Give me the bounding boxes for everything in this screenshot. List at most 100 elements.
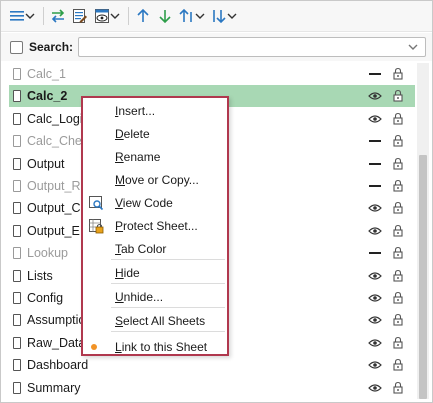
toolbar (1, 1, 432, 32)
chevron-down-icon (227, 13, 237, 19)
sheet-icon (13, 90, 21, 103)
sheet-edit-icon (73, 9, 87, 23)
eye-icon[interactable] (368, 202, 382, 214)
menu-tab-color[interactable]: Tab Color (83, 238, 227, 260)
menu-item-label: Protect Sheet... (115, 219, 198, 233)
dash-icon[interactable] (368, 180, 382, 192)
sheet-icon (13, 135, 21, 148)
chevron-down-icon (195, 13, 205, 19)
menu-item-label: Delete (115, 127, 150, 141)
sheet-icon (13, 381, 21, 394)
arrow-up-icon (137, 8, 149, 22)
sheet-label: Raw_Data (27, 335, 86, 350)
sheet-eye-icon (95, 9, 109, 23)
scrollbar-thumb[interactable] (419, 155, 427, 399)
search-input[interactable] (78, 37, 426, 57)
sheet-label: Output_E (27, 223, 80, 238)
view-options-button[interactable] (7, 4, 37, 28)
sort-desc-button[interactable] (209, 4, 239, 28)
eye-icon[interactable] (368, 270, 382, 282)
menu-link-sheet[interactable]: Link to this Sheet (83, 336, 227, 358)
sheet-label: Lookup (27, 246, 69, 261)
chevron-down-icon[interactable] (407, 41, 419, 53)
sheet-icon (13, 157, 21, 170)
move-down-button[interactable] (155, 4, 175, 28)
dash-icon[interactable] (368, 135, 382, 147)
preview-button[interactable] (92, 4, 122, 28)
sheet-row[interactable]: Calc_1 (9, 63, 415, 85)
lock-icon[interactable] (392, 291, 404, 304)
menu-insert[interactable]: Insert... (83, 100, 227, 122)
lock-icon[interactable] (392, 112, 404, 125)
context-menu: Insert... Delete Rename Move or Copy... View… (81, 96, 229, 356)
arrows-swap-icon (51, 9, 65, 23)
menu-item-label: Link to this Sheet (115, 340, 208, 354)
protect-sheet-icon (89, 219, 104, 234)
toolbar-divider (43, 7, 44, 25)
lock-icon[interactable] (392, 224, 404, 237)
search-row: Search: (1, 33, 432, 61)
eye-icon[interactable] (368, 90, 382, 102)
menu-protect-sheet[interactable]: Protect Sheet... (83, 215, 227, 237)
lock-icon[interactable] (392, 67, 404, 80)
sync-button[interactable] (48, 4, 68, 28)
lock-icon[interactable] (392, 313, 404, 326)
sheet-label: Output (27, 156, 65, 171)
sheet-icon (13, 359, 21, 372)
lock-icon[interactable] (392, 201, 404, 214)
lock-icon[interactable] (392, 269, 404, 282)
lock-icon[interactable] (392, 381, 404, 394)
eye-icon[interactable] (368, 337, 382, 349)
sheet-icon (13, 68, 21, 80)
lock-icon[interactable] (392, 179, 404, 192)
menu-item-label: Move or Copy... (115, 173, 199, 187)
sheet-row[interactable]: Summary (9, 377, 415, 399)
chevron-down-icon (110, 13, 120, 19)
arrow-down-icon (159, 10, 171, 24)
sheet-icon (13, 202, 21, 215)
menu-move-copy[interactable]: Move or Copy... (83, 169, 227, 191)
menu-item-label: Rename (115, 150, 161, 164)
sheet-label: Assumptio (27, 313, 86, 328)
lock-icon[interactable] (392, 336, 404, 349)
menu-view-code[interactable]: View Code (83, 192, 227, 214)
sort-asc-button[interactable] (177, 4, 207, 28)
sheet-label: Output_C (27, 201, 81, 216)
lock-icon[interactable] (392, 246, 404, 259)
sheet-label: Lists (27, 268, 53, 283)
move-up-button[interactable] (133, 4, 153, 28)
chevron-down-icon (25, 13, 35, 19)
sheet-label: Config (27, 291, 64, 305)
sort-up-icon (179, 8, 192, 22)
eye-icon[interactable] (368, 359, 382, 371)
sheet-icon (13, 247, 21, 260)
menu-delete[interactable]: Delete (83, 123, 227, 145)
lock-icon[interactable] (392, 134, 404, 147)
dash-icon[interactable] (368, 247, 382, 259)
lock-icon[interactable] (392, 89, 404, 102)
eye-icon[interactable] (368, 292, 382, 304)
lock-icon[interactable] (392, 358, 404, 371)
menu-hide[interactable]: Hide (83, 262, 227, 284)
toolbar-divider (128, 7, 129, 25)
sheet-icon (13, 314, 21, 327)
sheet-icon (13, 180, 21, 192)
eye-icon[interactable] (368, 225, 382, 237)
eye-icon[interactable] (368, 382, 382, 394)
menu-item-label: Select All Sheets (115, 314, 206, 328)
menu-rename[interactable]: Rename (83, 146, 227, 168)
dash-icon[interactable] (368, 68, 382, 80)
eye-icon[interactable] (368, 314, 382, 326)
sheet-icon (13, 224, 21, 237)
sheet-label: Calc_Logi (27, 111, 83, 126)
eye-icon[interactable] (368, 113, 382, 125)
sheet-icon (13, 112, 21, 125)
search-checkbox[interactable] (10, 40, 23, 54)
dash-icon[interactable] (368, 158, 382, 170)
menu-item-label: Hide (115, 266, 140, 280)
list-lines-icon (10, 11, 24, 21)
lock-icon[interactable] (392, 157, 404, 170)
menu-unhide[interactable]: Unhide... (83, 286, 227, 308)
edit-sheet-button[interactable] (70, 4, 90, 28)
menu-select-all[interactable]: Select All Sheets (83, 310, 227, 332)
